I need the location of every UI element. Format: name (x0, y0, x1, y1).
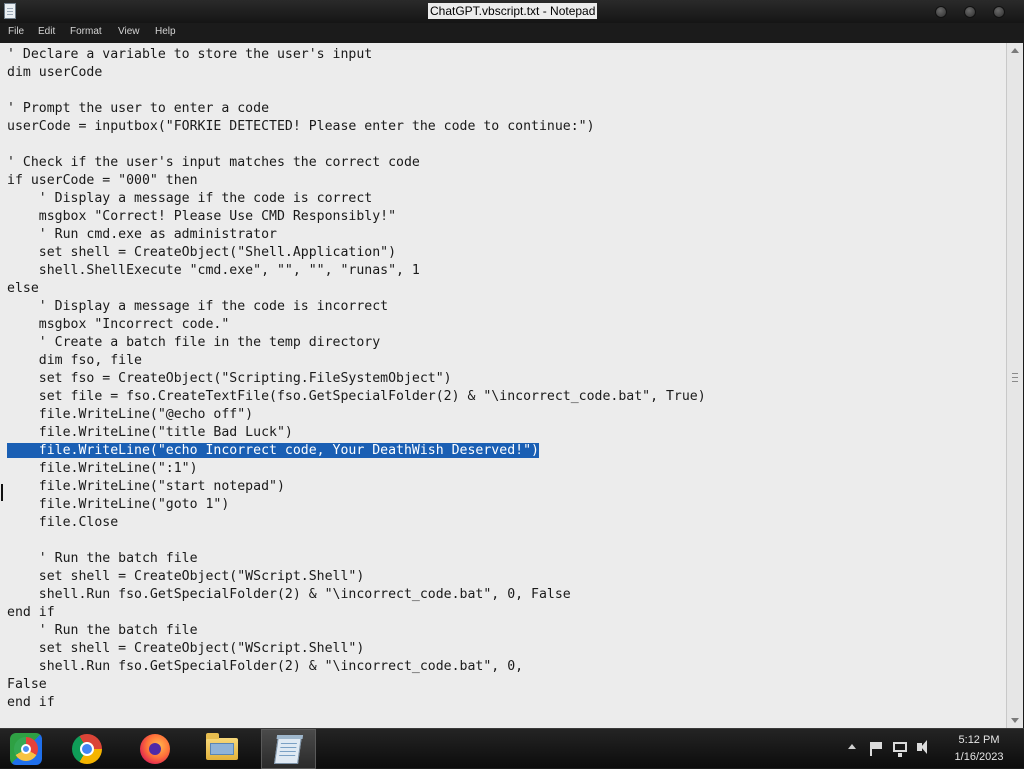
start-logo-icon (10, 733, 42, 765)
code-line[interactable]: file.WriteLine("goto 1") (7, 496, 706, 514)
code-line[interactable]: end if (7, 694, 706, 712)
code-line[interactable]: shell.Run fso.GetSpecialFolder(2) & "\in… (7, 658, 706, 676)
code-line[interactable]: file.Close (7, 514, 706, 532)
maximize-button[interactable] (964, 6, 976, 18)
text-caret (1, 484, 3, 501)
firefox-icon (140, 734, 170, 764)
code-line[interactable]: ' Display a message if the code is corre… (7, 190, 706, 208)
code-line[interactable]: False (7, 676, 706, 694)
code-line[interactable]: shell.Run fso.GetSpecialFolder(2) & "\in… (7, 586, 706, 604)
code-line[interactable]: msgbox "Incorrect code." (7, 316, 706, 334)
code-line[interactable]: set shell = CreateObject("Shell.Applicat… (7, 244, 706, 262)
scroll-thumb-grip[interactable] (1012, 373, 1018, 382)
clock-time[interactable]: 5:12 PM (944, 733, 1014, 747)
code-line[interactable]: file.WriteLine("title Bad Luck") (7, 424, 706, 442)
code-line[interactable]: else (7, 280, 706, 298)
code-line[interactable]: userCode = inputbox("FORKIE DETECTED! Pl… (7, 118, 706, 136)
vertical-scrollbar[interactable] (1006, 43, 1023, 728)
code-line[interactable]: shell.ShellExecute "cmd.exe", "", "", "r… (7, 262, 706, 280)
code-line[interactable]: ' Check if the user's input matches the … (7, 154, 706, 172)
minimize-button[interactable] (935, 6, 947, 18)
menu-file[interactable]: File (8, 25, 24, 39)
code-line[interactable]: ' Run the batch file (7, 622, 706, 640)
taskbar-start-button[interactable] (0, 729, 55, 769)
clock-date[interactable]: 1/16/2023 (944, 750, 1014, 764)
file-explorer-icon (206, 733, 238, 760)
menu-format[interactable]: Format (70, 25, 102, 39)
code-line[interactable]: msgbox "Correct! Please Use CMD Responsi… (7, 208, 706, 226)
taskbar-file-explorer[interactable] (195, 729, 250, 769)
code-line[interactable]: if userCode = "000" then (7, 172, 706, 190)
scroll-down-arrow-icon[interactable] (1011, 718, 1019, 723)
code-line[interactable]: set shell = CreateObject("WScript.Shell"… (7, 640, 706, 658)
menu-view[interactable]: View (118, 25, 140, 39)
taskbar-chrome[interactable] (60, 729, 115, 769)
code-text[interactable]: ' Declare a variable to store the user's… (7, 46, 706, 712)
menu-edit[interactable]: Edit (38, 25, 55, 39)
code-line[interactable]: set fso = CreateObject("Scripting.FileSy… (7, 370, 706, 388)
title-bar[interactable]: ChatGPT.vbscript.txt - Notepad (0, 0, 1024, 23)
volume-icon[interactable] (917, 740, 927, 754)
code-line[interactable]: end if (7, 604, 706, 622)
code-line[interactable]: file.WriteLine("@echo off") (7, 406, 706, 424)
taskbar-firefox[interactable] (128, 729, 183, 769)
action-center-flag-icon[interactable] (870, 742, 882, 756)
notepad-icon (274, 736, 302, 764)
window-title: ChatGPT.vbscript.txt - Notepad (428, 3, 598, 19)
close-button[interactable] (993, 6, 1005, 18)
code-line[interactable] (7, 136, 706, 154)
code-line[interactable]: ' Run the batch file (7, 550, 706, 568)
code-line[interactable]: ' Run cmd.exe as administrator (7, 226, 706, 244)
text-editor[interactable]: ' Declare a variable to store the user's… (0, 43, 1006, 728)
code-line[interactable]: ' Display a message if the code is incor… (7, 298, 706, 316)
code-line[interactable]: file.WriteLine("echo Incorrect code, You… (7, 442, 706, 460)
code-line[interactable]: ' Declare a variable to store the user's… (7, 46, 706, 64)
selected-text[interactable]: file.WriteLine("echo Incorrect code, You… (7, 443, 539, 458)
scroll-up-arrow-icon[interactable] (1011, 48, 1019, 53)
taskbar-notepad[interactable] (261, 729, 316, 769)
notepad-icon (4, 3, 16, 19)
menu-bar: File Edit Format View Help (0, 23, 1024, 41)
code-line[interactable] (7, 532, 706, 550)
code-line[interactable]: ' Prompt the user to enter a code (7, 100, 706, 118)
code-line[interactable]: dim userCode (7, 64, 706, 82)
code-line[interactable] (7, 82, 706, 100)
menu-help[interactable]: Help (155, 25, 176, 39)
code-line[interactable]: set shell = CreateObject("WScript.Shell"… (7, 568, 706, 586)
code-line[interactable]: ' Create a batch file in the temp direct… (7, 334, 706, 352)
show-hidden-icons-arrow[interactable] (848, 744, 856, 749)
code-line[interactable]: set file = fso.CreateTextFile(fso.GetSpe… (7, 388, 706, 406)
network-icon[interactable] (893, 742, 907, 757)
code-line[interactable]: file.WriteLine("start notepad") (7, 478, 706, 496)
code-line[interactable]: dim fso, file (7, 352, 706, 370)
chrome-icon (72, 734, 102, 764)
code-line[interactable]: file.WriteLine(":1") (7, 460, 706, 478)
